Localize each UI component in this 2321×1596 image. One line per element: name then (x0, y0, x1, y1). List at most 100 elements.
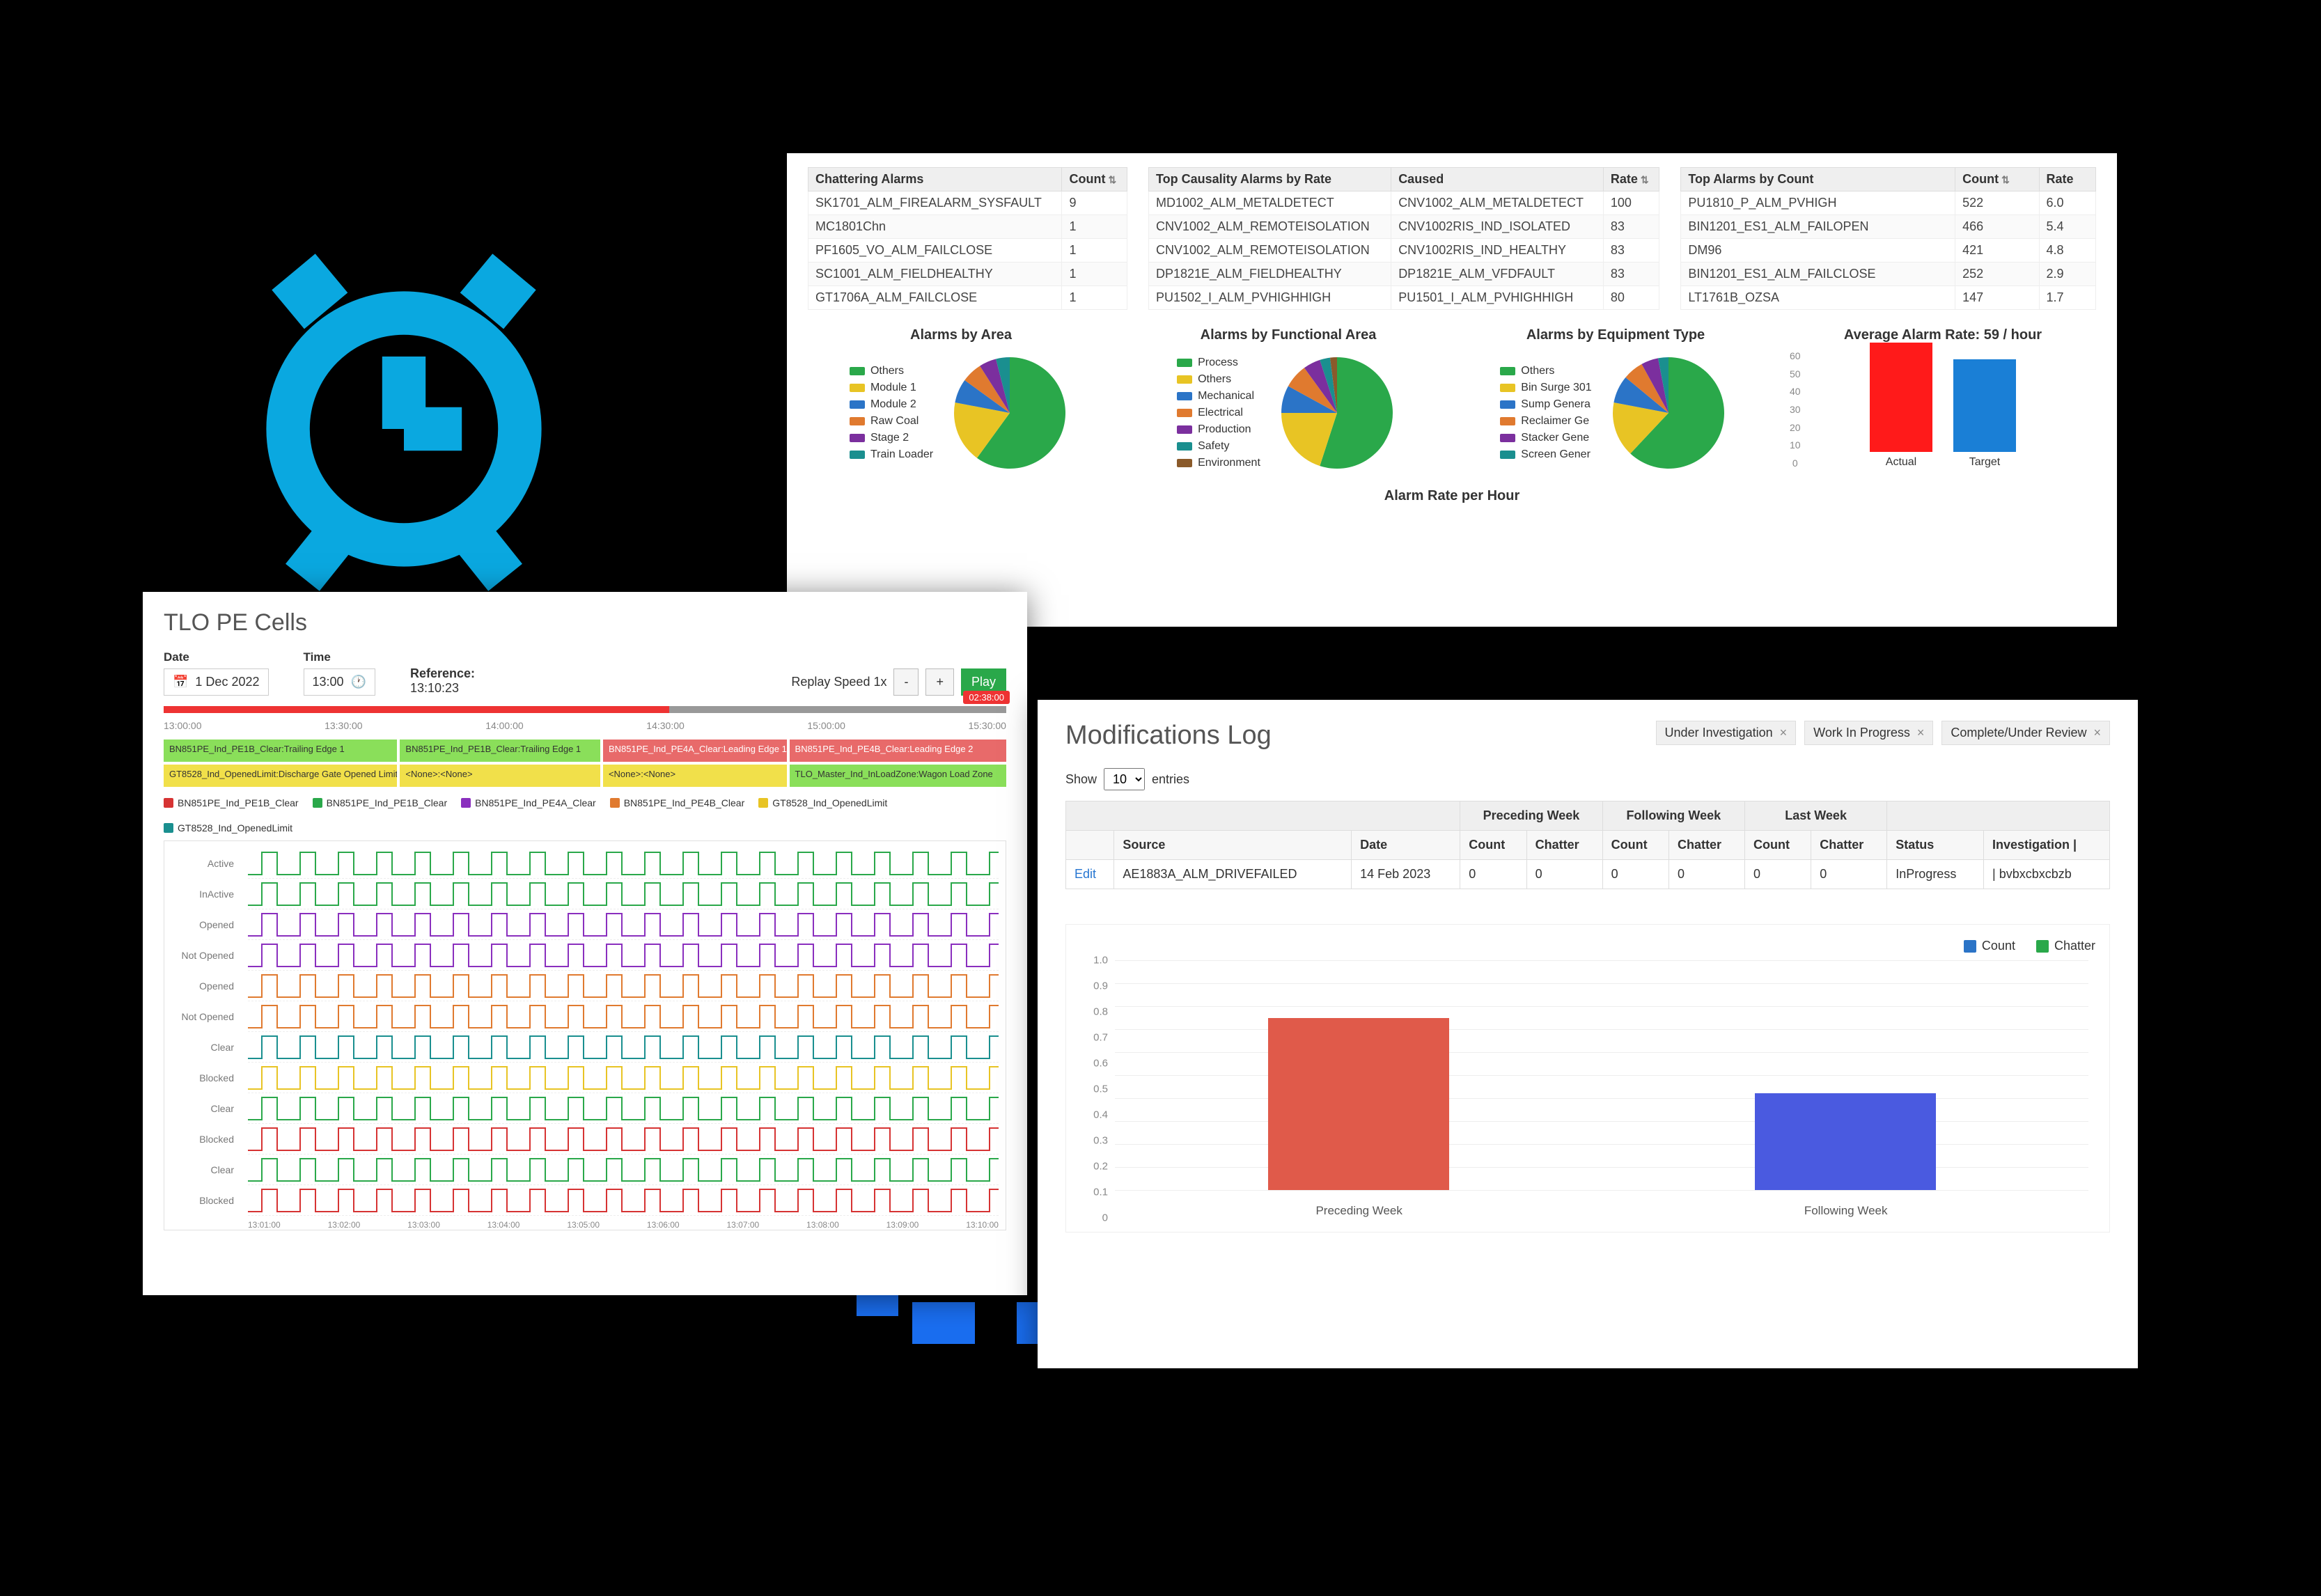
col-header[interactable]: Count (1602, 831, 1669, 860)
table-row[interactable]: CNV1002_ALM_REMOTEISOLATIONCNV1002RIS_IN… (1148, 239, 1659, 263)
entries-select[interactable]: 10 (1104, 768, 1145, 790)
legend-item[interactable]: BN851PE_Ind_PE4B_Clear (610, 797, 745, 808)
timeline-slider[interactable]: 02:38:00 (164, 706, 1006, 713)
col-header[interactable]: Count (1460, 831, 1526, 860)
bar[interactable]: Actual (1870, 343, 1932, 469)
table-row[interactable]: PU1502_I_ALM_PVHIGHHIGHPU1501_I_ALM_PVHI… (1148, 286, 1659, 310)
legend-item[interactable]: Electrical (1177, 407, 1260, 419)
filter-chip[interactable]: Work In Progress× (1804, 721, 1933, 745)
table-row[interactable]: CNV1002_ALM_REMOTEISOLATIONCNV1002RIS_IN… (1148, 215, 1659, 239)
col-header[interactable]: Count⇅ (1062, 168, 1127, 191)
legend-item[interactable]: Train Loader (850, 448, 933, 461)
legend-item[interactable]: GT8528_Ind_OpenedLimit (758, 797, 887, 808)
legend-item[interactable]: Stacker Gene (1500, 432, 1591, 444)
event-segment[interactable]: BN851PE_Ind_PE1B_Clear:Trailing Edge 1 (164, 740, 397, 762)
legend-item[interactable]: Environment (1177, 457, 1260, 469)
legend-item[interactable]: BN851PE_Ind_PE4A_Clear (461, 797, 596, 808)
col-header[interactable]: Top Causality Alarms by Rate (1148, 168, 1391, 191)
legend-item[interactable]: Count (1964, 939, 2015, 953)
col-header[interactable]: Chatter (1669, 831, 1744, 860)
col-header[interactable]: Count (1744, 831, 1811, 860)
chip-remove-icon[interactable]: × (2093, 726, 2101, 740)
event-segment[interactable]: <None>:<None> (603, 765, 787, 787)
table-row[interactable]: Edit AE1883A_ALM_DRIVEFAILED14 Feb 20230… (1066, 860, 2110, 889)
col-header[interactable]: Rate⇅ (1603, 168, 1659, 191)
signal-lane (248, 848, 999, 879)
event-segment[interactable]: BN851PE_Ind_PE1B_Clear:Trailing Edge 1 (400, 740, 600, 762)
edit-link[interactable]: Edit (1074, 867, 1096, 881)
legend-item[interactable]: Stage 2 (850, 432, 933, 444)
legend-item[interactable]: Module 1 (850, 382, 933, 394)
legend-item[interactable]: Module 2 (850, 398, 933, 411)
table-row[interactable]: MD1002_ALM_METALDETECTCNV1002_ALM_METALD… (1148, 191, 1659, 215)
col-header[interactable]: Status (1887, 831, 1984, 860)
col-header[interactable]: Caused (1391, 168, 1604, 191)
event-segment[interactable]: BN851PE_Ind_PE4B_Clear:Leading Edge 2 (790, 740, 1006, 762)
legend-item[interactable]: BN851PE_Ind_PE1B_Clear (164, 797, 299, 808)
event-segment[interactable]: <None>:<None> (400, 765, 600, 787)
sort-icon[interactable]: ⇅ (2001, 174, 2010, 185)
table-row[interactable]: SC1001_ALM_FIELDHEALTHY1 (808, 263, 1127, 286)
table-row[interactable]: DP1821E_ALM_FIELDHEALTHYDP1821E_ALM_VFDF… (1148, 263, 1659, 286)
filter-chip[interactable]: Complete/Under Review× (1941, 721, 2110, 745)
axis-tick: 13:04:00 (487, 1220, 520, 1230)
table-row[interactable]: DM964214.8 (1681, 239, 2096, 263)
col-header[interactable]: Source (1114, 831, 1352, 860)
sort-icon[interactable]: ⇅ (1108, 174, 1116, 185)
legend-item[interactable]: Sump Genera (1500, 398, 1591, 411)
bar[interactable] (1268, 1018, 1449, 1191)
legend-swatch (1500, 451, 1515, 459)
legend-item[interactable]: Process (1177, 357, 1260, 369)
speed-minus-button[interactable]: - (893, 668, 919, 696)
table-cell: 1 (1062, 263, 1127, 286)
col-header[interactable]: Top Alarms by Count (1681, 168, 1955, 191)
event-segment[interactable]: GT8528_Ind_OpenedLimit:Discharge Gate Op… (164, 765, 397, 787)
lane-label: Not Opened (164, 1001, 241, 1032)
table-row[interactable]: GT1706A_ALM_FAILCLOSE1 (808, 286, 1127, 310)
date-input[interactable]: 📅 1 Dec 2022 (164, 668, 269, 696)
chart-title: Alarms by Equipment Type (1462, 327, 1769, 343)
table-row[interactable]: PF1605_VO_ALM_FAILCLOSE1 (808, 239, 1127, 263)
col-header[interactable]: Rate (2039, 168, 2095, 191)
speed-plus-button[interactable]: + (925, 668, 954, 696)
axis-tick: 0.4 (1080, 1109, 1108, 1121)
legend-item[interactable]: Chatter (2036, 939, 2095, 953)
chip-remove-icon[interactable]: × (1917, 726, 1925, 740)
col-header[interactable]: Chatter (1811, 831, 1887, 860)
table-row[interactable]: SK1701_ALM_FIREALARM_SYSFAULT9 (808, 191, 1127, 215)
axis-tick: 0.9 (1080, 980, 1108, 992)
legend-item[interactable]: Screen Gener (1500, 448, 1591, 461)
table-cell: 1.7 (2039, 286, 2095, 310)
legend-item[interactable]: Mechanical (1177, 390, 1260, 402)
table-cell: | bvbxcbxcbzb (1984, 860, 2110, 889)
col-header[interactable]: Date (1352, 831, 1460, 860)
chip-remove-icon[interactable]: × (1780, 726, 1788, 740)
event-segment[interactable]: BN851PE_Ind_PE4A_Clear:Leading Edge 1 (603, 740, 787, 762)
legend-item[interactable]: Bin Surge 301 (1500, 382, 1591, 394)
table-row[interactable]: PU1810_P_ALM_PVHIGH5226.0 (1681, 191, 2096, 215)
event-segment[interactable]: TLO_Master_Ind_InLoadZone:Wagon Load Zon… (790, 765, 1006, 787)
col-header[interactable]: Count⇅ (1955, 168, 2039, 191)
legend-item[interactable]: Reclaimer Ge (1500, 415, 1591, 428)
table-row[interactable]: LT1761B_OZSA1471.7 (1681, 286, 2096, 310)
table-row[interactable]: BIN1201_ES1_ALM_FAILOPEN4665.4 (1681, 215, 2096, 239)
table-row[interactable]: MC1801Chn1 (808, 215, 1127, 239)
legend-item[interactable]: GT8528_Ind_OpenedLimit (164, 822, 292, 834)
legend-item[interactable]: Safety (1177, 440, 1260, 453)
legend-item[interactable]: Others (1500, 365, 1591, 377)
legend-item[interactable]: Others (850, 365, 933, 377)
sort-icon[interactable]: ⇅ (1641, 174, 1649, 185)
bar[interactable] (1755, 1093, 1936, 1190)
col-header[interactable]: Chatter (1526, 831, 1602, 860)
col-header[interactable]: Investigation | (1984, 831, 2110, 860)
legend-item[interactable]: Production (1177, 423, 1260, 436)
table-row[interactable]: BIN1201_ES1_ALM_FAILCLOSE2522.9 (1681, 263, 2096, 286)
axis-tick: 13:30:00 (325, 720, 363, 731)
legend-item[interactable]: BN851PE_Ind_PE1B_Clear (313, 797, 448, 808)
filter-chip[interactable]: Under Investigation× (1656, 721, 1797, 745)
time-input[interactable]: 13:00 🕐 (304, 668, 375, 696)
col-header[interactable]: Chattering Alarms (808, 168, 1062, 191)
legend-item[interactable]: Others (1177, 373, 1260, 386)
bar[interactable]: Target (1953, 359, 2016, 469)
legend-item[interactable]: Raw Coal (850, 415, 933, 428)
